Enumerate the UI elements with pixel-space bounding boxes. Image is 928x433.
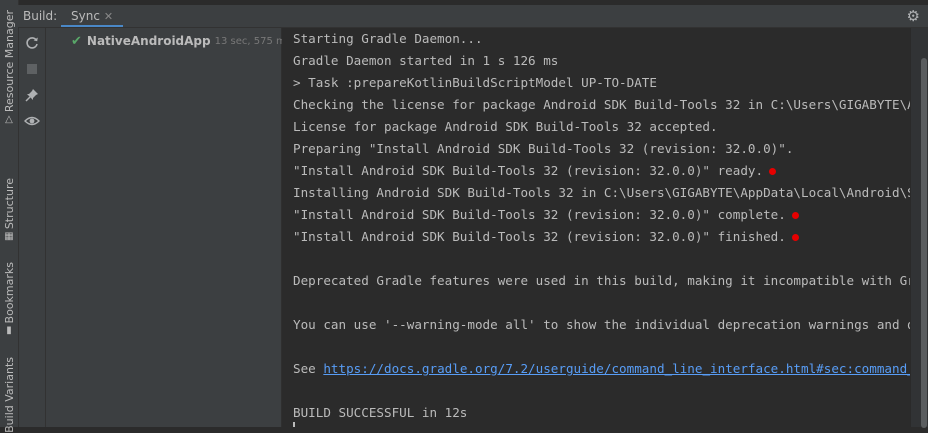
console-line: Installing Android SDK Build-Tools 32 in… <box>293 182 910 204</box>
console-line-text: See <box>293 361 324 376</box>
structure-icon: ▦ <box>4 231 14 243</box>
console-line-text: Preparing "Install Android SDK Build-Too… <box>293 141 794 156</box>
console-line-text: You can use '--warning-mode all' to show… <box>293 317 910 332</box>
red-dot-marker <box>769 168 777 175</box>
success-check-icon: ✔ <box>71 33 82 49</box>
console-line-text: Checking the license for package Android… <box>293 97 910 112</box>
gear-icon[interactable]: ⚙ <box>907 7 920 25</box>
resource-manager-label: Resource Manager <box>2 10 16 113</box>
console-line: Starting Gradle Daemon... <box>293 28 483 50</box>
red-dot-marker <box>791 234 799 241</box>
console-line: "Install Android SDK Build-Tools 32 (rev… <box>293 160 777 182</box>
build-tool-window-header: Build: Sync ✕ ⚙ <box>18 5 928 28</box>
console-line: You can use '--warning-mode all' to show… <box>293 314 910 336</box>
console-line: BUILD SUCCESSFUL in 12s <box>293 402 467 424</box>
console-line-text: "Install Android SDK Build-Tools 32 (rev… <box>293 163 764 178</box>
build-variants-label: Build Variants <box>2 357 16 433</box>
console-line: Checking the license for package Android… <box>293 94 910 116</box>
console-line: See https://docs.gradle.org/7.2/userguid… <box>293 358 910 380</box>
structure-tab[interactable]: Structure ▦ <box>0 178 18 242</box>
console-line-text: "Install Android SDK Build-Tools 32 (rev… <box>293 229 786 244</box>
tree-item-native-android-app[interactable]: ✔ NativeAndroidApp 13 sec, 575 ms <box>71 32 291 50</box>
structure-label: Structure <box>2 178 16 230</box>
bookmark-icon: ▮ <box>6 325 12 337</box>
scrollbar-thumb[interactable] <box>921 58 927 428</box>
stop-icon[interactable] <box>24 62 40 78</box>
console-line: "Install Android SDK Build-Tools 32 (rev… <box>293 226 799 248</box>
tab-sync-label: Sync <box>71 9 100 23</box>
console-line-text: Gradle Daemon started in 1 s 126 ms <box>293 53 559 68</box>
close-icon[interactable]: ✕ <box>104 10 113 23</box>
console-line: "Install Android SDK Build-Tools 32 (rev… <box>293 204 799 226</box>
gradle-docs-link[interactable]: https://docs.gradle.org/7.2/userguide/co… <box>323 361 910 376</box>
console-line: Deprecated Gradle features were used in … <box>293 270 910 292</box>
console-line: Gradle Daemon started in 1 s 126 ms <box>293 50 558 72</box>
tree-item-label: NativeAndroidApp <box>86 34 211 48</box>
console-line-text: Deprecated Gradle features were used in … <box>293 273 910 288</box>
console-line-text: Installing Android SDK Build-Tools 32 in… <box>293 185 910 200</box>
console-line-text: "Install Android SDK Build-Tools 32 (rev… <box>293 207 786 222</box>
bookmarks-label: Bookmarks <box>2 262 16 324</box>
console-line-text: License for package Android SDK Build-To… <box>293 119 718 134</box>
build-console-output[interactable]: Starting Gradle Daemon... Gradle Daemon s… <box>282 28 910 427</box>
eye-icon[interactable] <box>24 114 40 130</box>
build-tree: ✔ NativeAndroidApp 13 sec, 575 ms <box>46 28 291 427</box>
build-toolbar <box>19 28 46 427</box>
console-line-text: Starting Gradle Daemon... <box>293 31 483 46</box>
console-line: Preparing "Install Android SDK Build-Too… <box>293 138 793 160</box>
red-dot-marker <box>791 212 799 219</box>
build-variants-tab[interactable]: Build Variants <box>0 357 18 433</box>
console-line-text: BUILD SUCCESSFUL in 12s <box>293 405 468 420</box>
build-label: Build: <box>23 9 58 23</box>
tree-item-duration: 13 sec, 575 ms <box>214 35 291 47</box>
console-line: > Task :prepareKotlinBuildScriptModel UP… <box>293 72 657 94</box>
bookmarks-tab[interactable]: Bookmarks ▮ <box>0 262 18 336</box>
resource-manager-tab[interactable]: Resource Manager △ <box>0 10 18 125</box>
console-scrollbar[interactable] <box>910 28 928 428</box>
console-line-text: > Task :prepareKotlinBuildScriptModel UP… <box>293 75 657 90</box>
tab-sync[interactable]: Sync ✕ <box>61 5 124 27</box>
console-line: License for package Android SDK Build-To… <box>293 116 718 138</box>
resource-manager-icon: △ <box>5 114 13 126</box>
sync-icon[interactable] <box>24 36 40 52</box>
left-tool-strip: Resource Manager △ Structure ▦ Bookmarks… <box>0 0 19 433</box>
pin-icon[interactable] <box>24 88 40 104</box>
